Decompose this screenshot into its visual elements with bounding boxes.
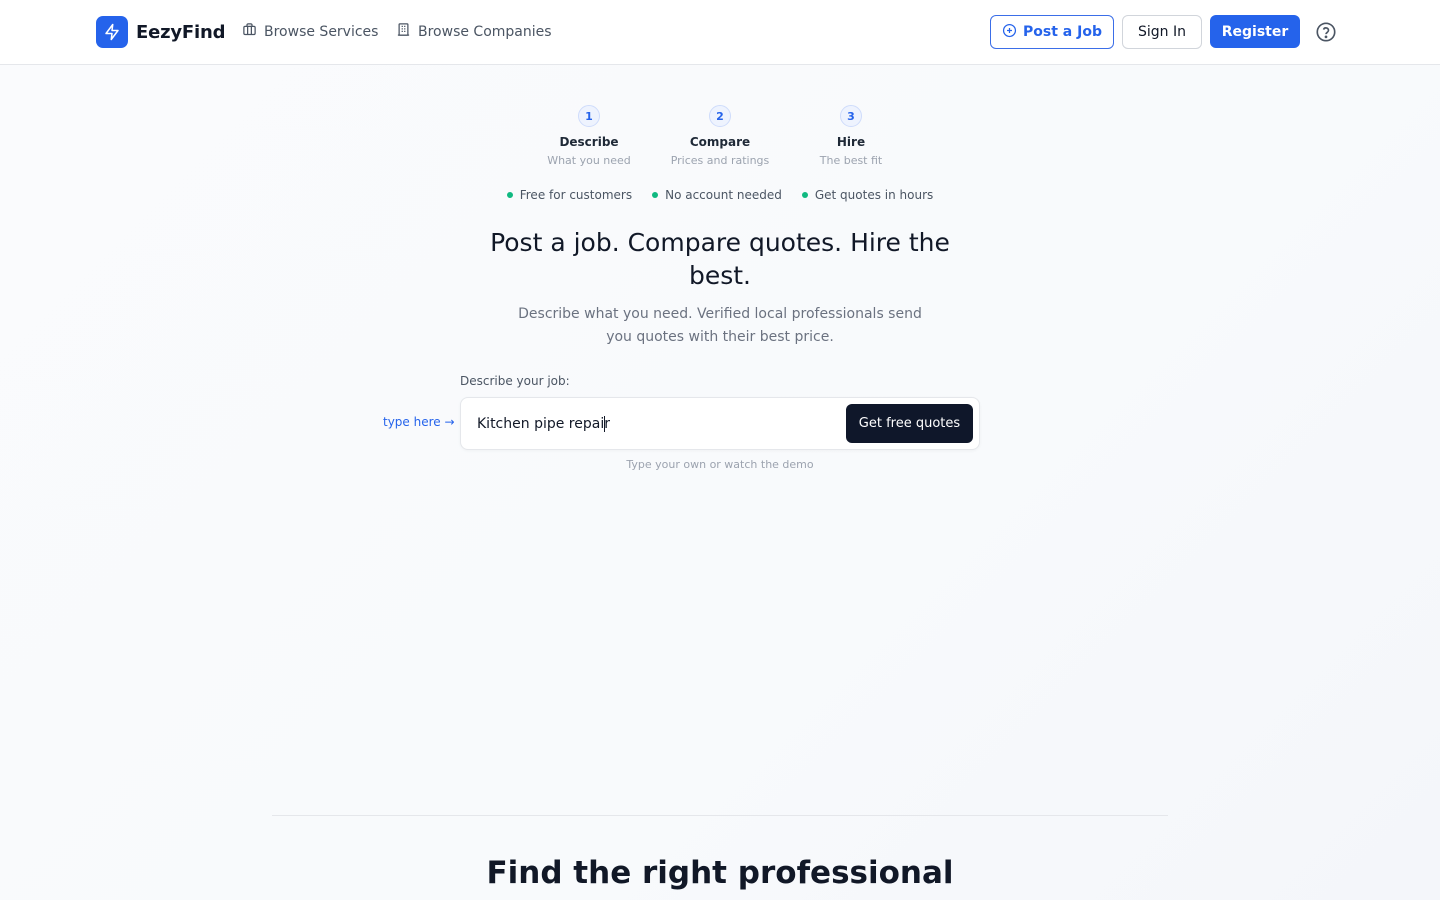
building-icon [396,22,418,41]
job-description-input[interactable] [477,412,837,436]
post-job-button[interactable]: Post a Job [990,15,1114,49]
step-describe: 1 Describe What you need [524,105,654,167]
nav-browse-companies-label: Browse Companies [418,23,552,40]
job-description-label: Describe your job: [460,374,570,388]
step-subtitle: The best fit [819,154,883,167]
step-title: Compare [689,135,751,149]
check-dot-icon [801,192,808,198]
benefits-list: Free for customers No account needed Get… [0,188,1440,202]
benefit-label: Free for customers [519,188,633,202]
nav-browse-services[interactable]: Browse Services [242,22,378,41]
check-dot-icon [652,192,659,198]
step-subtitle: What you need [547,154,631,167]
step-hire: 3 Hire The best fit [786,105,916,167]
benefit-label: Get quotes in hours [814,188,934,202]
job-input-container: Get free quotes [460,397,980,450]
check-dot-icon [506,192,513,198]
step-title: Hire [836,135,866,149]
register-button[interactable]: Register [1210,15,1300,48]
post-job-label: Post a Job [1023,24,1102,40]
step-number: 1 [578,105,600,127]
type-here-hint: type here → [383,415,455,429]
lightning-icon [96,16,128,48]
text-caret [604,416,605,432]
benefit-item: Get quotes in hours [801,188,934,202]
step-number: 3 [840,105,862,127]
step-subtitle: Prices and ratings [670,154,770,167]
step-compare: 2 Compare Prices and ratings [655,105,785,167]
section-divider [272,815,1168,816]
top-navigation-bar: EezyFind Browse Services Browse Companie… [0,0,1440,65]
hero-subtitle: Describe what you need. Verified local p… [518,306,922,345]
input-helper-note: Type your own or watch the demo [626,458,814,471]
briefcase-icon [242,22,264,41]
brand-logo[interactable]: EezyFind [96,16,225,48]
hero-title: Post a job. Compare quotes. Hire the bes… [490,228,950,290]
nav-browse-companies[interactable]: Browse Companies [396,22,552,41]
section-title: Find the right professional [486,855,954,891]
sign-in-button[interactable]: Sign In [1122,15,1202,49]
help-icon[interactable] [1315,21,1337,47]
nav-browse-services-label: Browse Services [264,23,379,40]
benefit-label: No account needed [665,188,782,202]
plus-circle-icon [1002,23,1023,42]
benefit-item: Free for customers [506,188,633,202]
step-title: Describe [559,135,619,149]
benefit-item: No account needed [652,188,782,202]
step-number: 2 [709,105,731,127]
get-free-quotes-button[interactable]: Get free quotes [846,404,973,443]
brand-name: EezyFind [136,21,226,43]
